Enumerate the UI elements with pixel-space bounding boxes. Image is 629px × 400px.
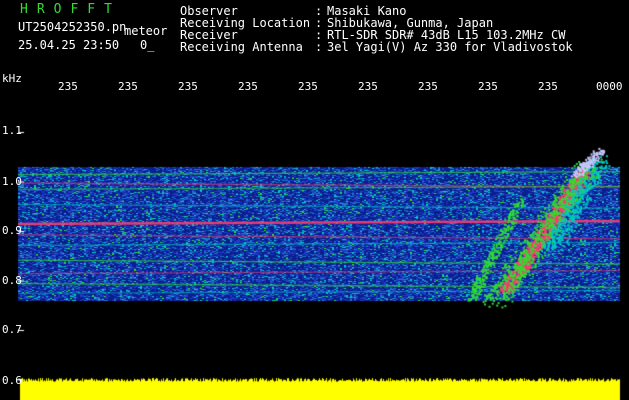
y-tick-label: 0.9 [2, 224, 22, 237]
spectrogram-plot [0, 0, 629, 400]
x-tick-label: 235 [298, 80, 318, 93]
y-tick-label: 1.0 [2, 175, 22, 188]
event-count: 0_ [140, 38, 155, 52]
x-tick-label: 235 [418, 80, 438, 93]
app-title: HROFFT [20, 2, 121, 17]
field-sep: : [315, 40, 323, 54]
event-label: meteor [124, 24, 168, 38]
date-time: 25.04.25 23:50 [18, 38, 120, 52]
x-tick-label: 235 [118, 80, 138, 93]
y-axis-unit: kHz [2, 72, 22, 85]
x-tick-label: 235 [478, 80, 498, 93]
y-tick-label: 0.7 [2, 323, 22, 336]
y-tick-label: 0.6 [2, 374, 22, 387]
y-tick-label: 0.8 [2, 274, 22, 287]
x-tick-label: 235 [178, 80, 198, 93]
x-tick-label: 235 [538, 80, 558, 93]
x-tick-label: 235 [58, 80, 78, 93]
x-tick-label: 235 [358, 80, 378, 93]
x-tick-label: 0000 [596, 80, 623, 93]
field-label-antenna: Receiving Antenna [180, 40, 303, 54]
field-value-antenna: 3el Yagi(V) Az 330 for Vladivostok [327, 40, 573, 54]
x-tick-label: 235 [238, 80, 258, 93]
y-tick-label: 1.1 [2, 124, 22, 137]
file-name: UT2504252350.pn [18, 20, 127, 34]
